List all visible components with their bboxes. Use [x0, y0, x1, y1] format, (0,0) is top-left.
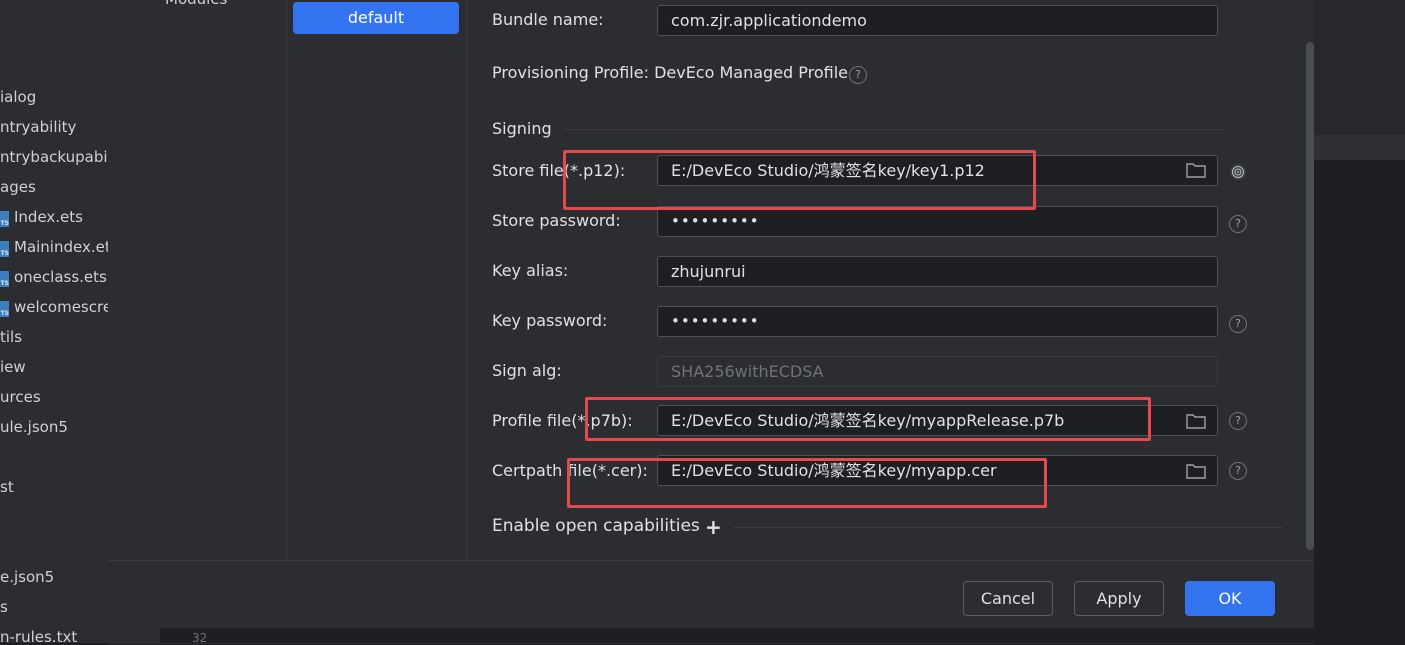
tree-item[interactable]: ialog: [0, 88, 36, 106]
tree-item-label: welcomescre: [14, 298, 108, 316]
targets-column: [287, 0, 467, 560]
fingerprint-icon[interactable]: [1229, 163, 1247, 181]
key-password-field[interactable]: •••••••••: [657, 306, 1218, 337]
plus-icon[interactable]: +: [705, 515, 722, 539]
sign-alg-label: Sign alg:: [492, 361, 562, 380]
tree-item-label: e.json5: [0, 568, 55, 586]
tree-item-label: ntryability: [0, 118, 77, 136]
tree-item-label: ule.json5: [0, 418, 68, 436]
tree-item-label: ialog: [0, 88, 37, 106]
apply-button[interactable]: Apply: [1074, 581, 1164, 616]
help-icon[interactable]: ?: [849, 66, 867, 84]
modules-heading: Modules: [165, 0, 227, 8]
tree-item-label: iew: [0, 358, 26, 376]
tree-item-label: urces: [0, 388, 41, 406]
ok-button[interactable]: OK: [1185, 581, 1275, 616]
tree-item-label: oneclass.ets: [14, 268, 107, 286]
tree-item-label: tils: [0, 328, 23, 346]
open-capabilities-divider: [733, 527, 1283, 528]
open-capabilities-label[interactable]: Enable open capabilities: [492, 516, 700, 536]
tree-item[interactable]: ntrybackupabil: [0, 148, 108, 166]
bundle-name-label: Bundle name:: [492, 10, 604, 29]
tree-item[interactable]: iew: [0, 358, 26, 376]
annotation-box-certpath-file: [567, 458, 1047, 508]
tree-item[interactable]: TS welcomescre: [0, 298, 108, 317]
ts-file-icon: TS: [0, 211, 9, 227]
editor-background: [1314, 0, 1405, 643]
tree-item-label: ntrybackupabil: [0, 148, 108, 166]
help-icon[interactable]: ?: [1229, 412, 1247, 430]
store-password-field[interactable]: •••••••••: [657, 206, 1218, 237]
annotation-box-store-file: [563, 150, 1036, 210]
folder-icon[interactable]: [1186, 463, 1206, 479]
tree-item[interactable]: urces: [0, 388, 41, 406]
tree-item-label: n-rules.txt: [0, 628, 78, 643]
tree-item[interactable]: tils: [0, 328, 22, 346]
ts-file-icon: TS: [0, 301, 9, 317]
help-icon[interactable]: ?: [1229, 215, 1247, 233]
folder-icon[interactable]: [1186, 413, 1206, 429]
tree-item[interactable]: n-rules.txt: [0, 628, 77, 643]
signing-divider: [564, 129, 1223, 130]
key-password-label: Key password:: [492, 311, 608, 330]
help-icon[interactable]: ?: [1229, 462, 1247, 480]
cancel-button[interactable]: Cancel: [963, 581, 1053, 616]
tree-item[interactable]: ule.json5: [0, 418, 68, 436]
tree-item[interactable]: TS Mainindex.et: [0, 238, 108, 257]
sign-alg-field: SHA256withECDSA: [657, 356, 1218, 387]
project-tree: ialog ntryability ntrybackupabil ages TS Inde…: [0, 0, 108, 643]
editor-line-band: [1314, 0, 1405, 135]
provisioning-profile-label: Provisioning Profile: DevEco Managed Pro…: [492, 63, 849, 82]
bundle-name-field[interactable]: com.zjr.applicationdemo: [657, 5, 1218, 36]
signing-heading: Signing: [492, 119, 552, 138]
tree-item[interactable]: TS Index.ets: [0, 208, 83, 227]
tree-item-label: ages: [0, 178, 36, 196]
tree-item[interactable]: e.json5: [0, 568, 54, 586]
ts-file-icon: TS: [0, 271, 9, 287]
modules-column: [108, 0, 287, 560]
tree-item[interactable]: ages: [0, 178, 36, 196]
help-icon[interactable]: ?: [1229, 315, 1247, 333]
store-password-label: Store password:: [492, 211, 621, 230]
annotation-box-profile-file: [585, 397, 1151, 441]
editor-gutter-strip: 32: [160, 628, 1314, 645]
tree-item[interactable]: TS oneclass.ets: [0, 268, 107, 287]
tree-item[interactable]: st: [0, 478, 14, 496]
tree-item[interactable]: ntryability: [0, 118, 76, 136]
editor-current-line: [1314, 135, 1405, 160]
folder-icon[interactable]: [1186, 162, 1206, 178]
tree-item-label: s: [0, 598, 8, 616]
line-number: 32: [192, 631, 208, 645]
ts-file-icon: TS: [0, 241, 9, 257]
tree-item-label: Index.ets: [14, 208, 83, 226]
target-default[interactable]: default: [293, 2, 459, 34]
vertical-scrollbar[interactable]: [1306, 42, 1314, 550]
key-alias-label: Key alias:: [492, 261, 569, 280]
tree-item-label: Mainindex.et: [14, 238, 108, 256]
tree-item-label: st: [0, 478, 14, 496]
key-alias-field[interactable]: zhujunrui: [657, 256, 1218, 287]
tree-item[interactable]: s: [0, 598, 8, 616]
